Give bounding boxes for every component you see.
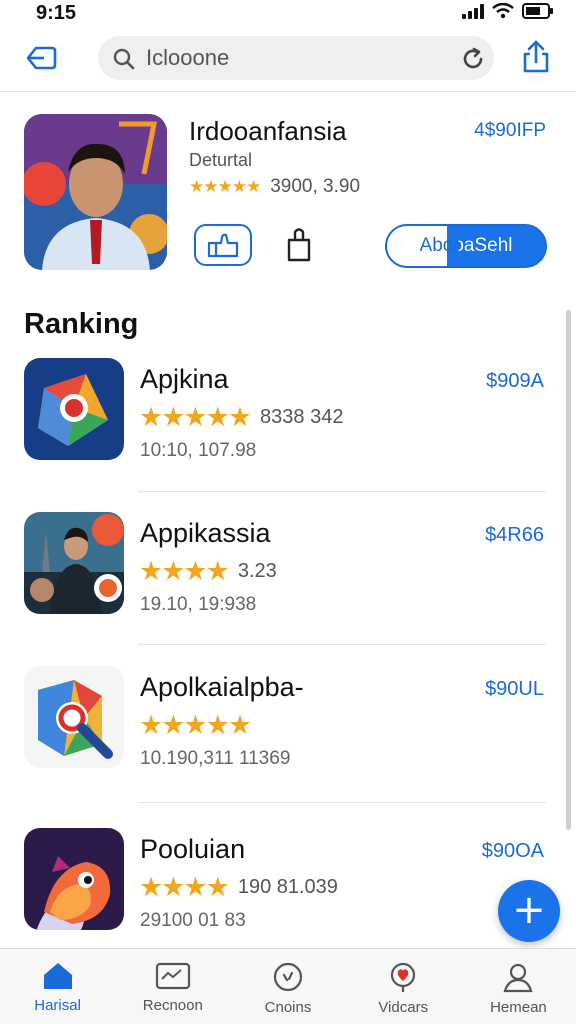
search-icon — [113, 48, 135, 70]
battery-icon — [522, 3, 553, 19]
get-button-label: AbooaSehl — [419, 235, 513, 256]
star-rating: ★★★★★ — [139, 710, 252, 740]
add-button[interactable]: + — [498, 880, 560, 942]
back-arrow-icon — [26, 46, 57, 70]
featured-rating: ★★★★★ 3900, 3.90 — [189, 176, 360, 198]
compass-icon — [273, 962, 303, 992]
featured-app-price: 4$90IFP — [474, 120, 546, 141]
rating-count: 8338 342 — [260, 406, 344, 428]
tab-videos[interactable]: Vidcars — [346, 949, 461, 1024]
tab-profile[interactable]: Hemean — [461, 949, 576, 1024]
list-item[interactable]: Appikassia $4R66 ★★★★ 3.23 19.10, 19:938 — [0, 504, 576, 644]
fish-game-icon — [24, 828, 124, 930]
featured-app-subtitle: Deturtal — [189, 150, 253, 170]
app-name: Apolkaialpba- — [140, 672, 304, 702]
tab-home[interactable]: Harisal — [0, 949, 115, 1024]
app-meta: 10.190,311 11369 — [140, 748, 291, 769]
star-rating: ★★★★★ — [139, 402, 252, 432]
home-icon — [43, 963, 72, 989]
get-button[interactable]: AbooaSehl — [385, 224, 547, 268]
wifi-icon — [492, 3, 514, 19]
list-item[interactable]: Apolkaialpba- $90UL ★★★★★ 10.190,311 113… — [0, 658, 576, 798]
top-bar — [0, 30, 576, 92]
back-button[interactable] — [22, 42, 58, 74]
list-item[interactable]: Apjkina $909A ★★★★★ 8338 342 10:10, 107.… — [0, 350, 576, 490]
star-rating: ★★★★ — [139, 872, 230, 902]
tab-label: Hemean — [490, 999, 547, 1016]
divider — [138, 802, 546, 803]
rating-count: 190 81.039 — [237, 876, 338, 898]
heart-location-icon — [391, 962, 416, 992]
share-icon[interactable] — [520, 40, 552, 74]
rating-count: 3900, 3.90 — [270, 176, 361, 197]
tab-label: Cnoins — [264, 999, 312, 1016]
cellular-signal-icon — [462, 3, 484, 19]
chrome-icon — [24, 358, 124, 460]
app-price: $90UL — [485, 678, 544, 700]
app-rating: ★★★★ 190 81.039 — [139, 872, 338, 903]
tab-bar: Harisal Recnoon Cnoins Vidcars Hemean — [0, 948, 576, 1024]
thumbs-up-icon — [207, 233, 239, 258]
featured-app-title: Irdooanfansia — [189, 116, 347, 146]
star-rating: ★★★★★ — [189, 177, 261, 196]
app-rating: ★★★★★ 8338 342 — [139, 402, 343, 433]
like-button[interactable] — [194, 224, 252, 266]
person-portrait-icon — [24, 114, 167, 270]
scrollbar[interactable] — [566, 310, 571, 830]
tab-label: Vidcars — [378, 999, 429, 1016]
status-time: 9:15 — [36, 2, 77, 24]
reload-icon[interactable] — [460, 46, 486, 72]
divider — [138, 491, 546, 492]
app-rating: ★★★★★ — [139, 710, 260, 741]
tab-recent[interactable]: Recnoon — [115, 949, 230, 1024]
status-icons — [462, 3, 554, 19]
section-title-ranking: Ranking — [24, 308, 139, 340]
list-item[interactable]: Pooluian $90OA ★★★★ 190 81.039 29100 01 … — [0, 820, 576, 960]
divider — [138, 644, 546, 645]
app-meta: 10:10, 107.98 — [140, 440, 257, 461]
app-price: $4R66 — [485, 524, 544, 546]
featured-app: Irdooanfansia Deturtal 4$90IFP ★★★★★ 390… — [0, 94, 576, 284]
app-name: Appikassia — [140, 518, 271, 548]
app-rating: ★★★★ 3.23 — [139, 556, 277, 587]
maps-search-icon — [24, 666, 124, 768]
search-bar[interactable] — [98, 36, 494, 80]
search-input[interactable] — [146, 36, 436, 80]
tab-coins[interactable]: Cnoins — [230, 949, 345, 1024]
app-name: Pooluian — [140, 834, 246, 864]
app-meta: 19.10, 19:938 — [140, 594, 257, 615]
star-rating: ★★★★ — [139, 556, 230, 586]
app-meta: 29100 01 83 — [140, 910, 246, 931]
rating-count: 3.23 — [237, 560, 277, 582]
bag-icon[interactable] — [285, 226, 313, 262]
app-price: $90OA — [481, 840, 544, 862]
tab-label: Recnoon — [142, 997, 203, 1014]
movie-poster-icon — [24, 512, 124, 614]
featured-app-icon[interactable] — [24, 114, 167, 270]
profile-icon — [503, 963, 533, 993]
status-bar: 9:15 — [0, 0, 576, 26]
ticket-icon — [155, 962, 190, 990]
tab-label: Harisal — [34, 997, 81, 1014]
app-price: $909A — [486, 370, 544, 392]
app-name: Apjkina — [140, 364, 229, 394]
